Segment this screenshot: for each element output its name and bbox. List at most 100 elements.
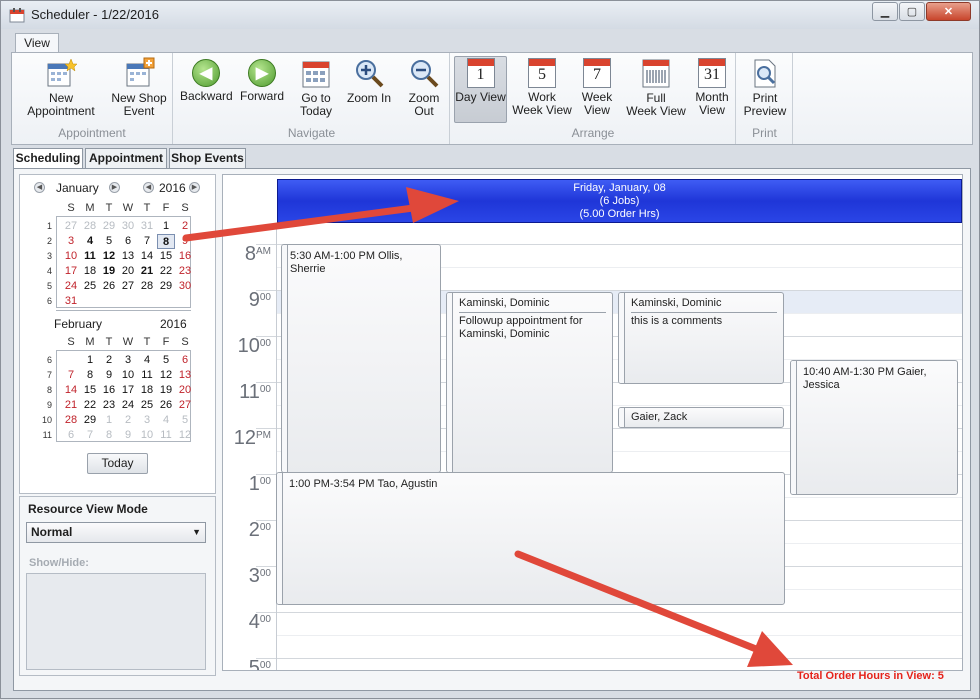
calendar-day[interactable]: 17 bbox=[119, 383, 137, 398]
calendar-day[interactable]: 4 bbox=[81, 234, 99, 249]
calendar-day[interactable]: 26 bbox=[157, 398, 175, 413]
calendar-day[interactable]: 29 bbox=[81, 413, 99, 428]
calendar-day[interactable]: 17 bbox=[62, 264, 80, 279]
calendar-day[interactable]: 13 bbox=[119, 249, 137, 264]
calendar-day[interactable]: 11 bbox=[138, 368, 156, 383]
minimize-button[interactable]: ▁ bbox=[872, 2, 898, 21]
calendar-day[interactable]: 20 bbox=[119, 264, 137, 279]
calendar-day[interactable]: 31 bbox=[62, 294, 80, 309]
calendar-day[interactable]: 1 bbox=[81, 353, 99, 368]
next-month-icon[interactable]: ▶ bbox=[109, 182, 120, 193]
calendar-day[interactable]: 20 bbox=[176, 383, 194, 398]
calendar-day[interactable]: 27 bbox=[62, 219, 80, 234]
calendar-day[interactable]: 24 bbox=[62, 279, 80, 294]
calendar-day[interactable]: 7 bbox=[62, 368, 80, 383]
calendar-day[interactable]: 6 bbox=[176, 353, 194, 368]
calendar-day[interactable]: 4 bbox=[157, 413, 175, 428]
calendar-day[interactable]: 13 bbox=[176, 368, 194, 383]
day-view-button[interactable]: 1 Day View bbox=[454, 56, 507, 123]
day-header[interactable]: Friday, January, 08 (6 Jobs) (5.00 Order… bbox=[277, 179, 962, 223]
calendar-day[interactable]: 27 bbox=[176, 398, 194, 413]
calendar-day[interactable]: 22 bbox=[81, 398, 99, 413]
calendar-day[interactable]: 11 bbox=[157, 428, 175, 443]
calendar-day[interactable]: 10 bbox=[138, 428, 156, 443]
calendar-day[interactable]: 16 bbox=[100, 383, 118, 398]
calendar-day[interactable]: 3 bbox=[119, 353, 137, 368]
tab-shop-events[interactable]: Shop Events bbox=[169, 148, 246, 168]
calendar-day[interactable]: 29 bbox=[100, 219, 118, 234]
calendar-day[interactable]: 15 bbox=[157, 249, 175, 264]
calendar-day[interactable]: 14 bbox=[138, 249, 156, 264]
prev-month-icon[interactable]: ◀ bbox=[34, 182, 45, 193]
ribbon-tab-view[interactable]: View bbox=[15, 33, 59, 54]
calendar-day[interactable]: 3 bbox=[62, 234, 80, 249]
calendar-day[interactable]: 19 bbox=[157, 383, 175, 398]
calendar-day[interactable]: 1 bbox=[157, 219, 175, 234]
calendar-day[interactable]: 15 bbox=[81, 383, 99, 398]
week-view-button[interactable]: 7 Week View bbox=[579, 57, 615, 117]
restore-button[interactable]: ▢ bbox=[899, 2, 925, 21]
appointment-gaier-zack[interactable]: Gaier, Zack bbox=[618, 407, 784, 428]
calendar-day[interactable]: 18 bbox=[81, 264, 99, 279]
calendar-day[interactable]: 7 bbox=[81, 428, 99, 443]
calendar-day[interactable]: 10 bbox=[119, 368, 137, 383]
calendar-day[interactable]: 28 bbox=[138, 279, 156, 294]
calendar-day[interactable]: 12 bbox=[100, 249, 118, 264]
calendar-day[interactable]: 3 bbox=[138, 413, 156, 428]
calendar-day[interactable]: 8 bbox=[157, 234, 175, 249]
calendar-day[interactable]: 8 bbox=[100, 428, 118, 443]
calendar-day[interactable]: 29 bbox=[157, 279, 175, 294]
calendar-day[interactable]: 12 bbox=[157, 368, 175, 383]
calendar-day[interactable]: 5 bbox=[157, 353, 175, 368]
calendar-day[interactable]: 18 bbox=[138, 383, 156, 398]
work-week-view-button[interactable]: 5 Work Week View bbox=[511, 57, 573, 117]
zoom-out-button[interactable]: Zoom Out bbox=[398, 57, 450, 118]
print-preview-button[interactable]: Print Preview bbox=[739, 57, 791, 118]
calendar-day[interactable]: 28 bbox=[81, 219, 99, 234]
calendar-day[interactable]: 19 bbox=[100, 264, 118, 279]
calendar-day[interactable]: 23 bbox=[176, 264, 194, 279]
calendar-day[interactable]: 21 bbox=[62, 398, 80, 413]
calendar-day[interactable]: 6 bbox=[62, 428, 80, 443]
calendar-day[interactable]: 7 bbox=[138, 234, 156, 249]
month-view-button[interactable]: 31 Month View bbox=[693, 57, 731, 117]
calendar-day[interactable]: 21 bbox=[138, 264, 156, 279]
appointment-kaminski-comment[interactable]: Kaminski, Dominic this is a comments bbox=[618, 292, 784, 384]
calendar-day[interactable]: 6 bbox=[119, 234, 137, 249]
calendar-day[interactable]: 5 bbox=[100, 234, 118, 249]
calendar-day[interactable]: 30 bbox=[119, 219, 137, 234]
new-appointment-button[interactable]: New Appointment bbox=[15, 57, 107, 118]
calendar-day[interactable]: 23 bbox=[100, 398, 118, 413]
close-button[interactable]: ✕ bbox=[926, 2, 971, 21]
next-year-icon[interactable]: ▶ bbox=[189, 182, 200, 193]
calendar-day[interactable]: 22 bbox=[157, 264, 175, 279]
full-week-view-button[interactable]: Full Week View bbox=[625, 57, 687, 118]
appointment-kaminski-followup[interactable]: Kaminski, Dominic Followup appointment f… bbox=[446, 292, 613, 473]
calendar-day[interactable]: 11 bbox=[81, 249, 99, 264]
appointment-ollis[interactable]: 5:30 AM-1:00 PM Ollis, Sherrie bbox=[281, 244, 441, 473]
calendar-day[interactable]: 27 bbox=[119, 279, 137, 294]
appointment-gaier-jessica[interactable]: 10:40 AM-1:30 PM Gaier, Jessica bbox=[790, 360, 958, 495]
resource-mode-select[interactable]: Normal ▼ bbox=[26, 522, 206, 543]
calendar-day[interactable]: 1 bbox=[100, 413, 118, 428]
calendar-day[interactable]: 2 bbox=[100, 353, 118, 368]
forward-button[interactable]: ▶ Forward bbox=[238, 57, 286, 103]
calendar-day[interactable]: 26 bbox=[100, 279, 118, 294]
zoom-in-button[interactable]: Zoom In bbox=[344, 57, 394, 105]
calendar-day[interactable]: 10 bbox=[62, 249, 80, 264]
calendar-day[interactable]: 9 bbox=[100, 368, 118, 383]
calendar-day[interactable]: 25 bbox=[81, 279, 99, 294]
new-shop-event-button[interactable]: New Shop Event bbox=[111, 57, 167, 118]
calendar-day[interactable]: 16 bbox=[176, 249, 194, 264]
calendar-day[interactable]: 4 bbox=[138, 353, 156, 368]
calendar-day[interactable]: 9 bbox=[119, 428, 137, 443]
today-button[interactable]: Today bbox=[87, 453, 148, 474]
tab-scheduling[interactable]: Scheduling bbox=[13, 148, 83, 169]
calendar-day[interactable]: 30 bbox=[176, 279, 194, 294]
prev-year-icon[interactable]: ◀ bbox=[143, 182, 154, 193]
show-hide-list[interactable] bbox=[26, 573, 206, 670]
calendar-day[interactable]: 5 bbox=[176, 413, 194, 428]
calendar-day[interactable]: 28 bbox=[62, 413, 80, 428]
calendar-day[interactable]: 2 bbox=[176, 219, 194, 234]
appointment-tao[interactable]: 1:00 PM-3:54 PM Tao, Agustin bbox=[276, 472, 785, 605]
